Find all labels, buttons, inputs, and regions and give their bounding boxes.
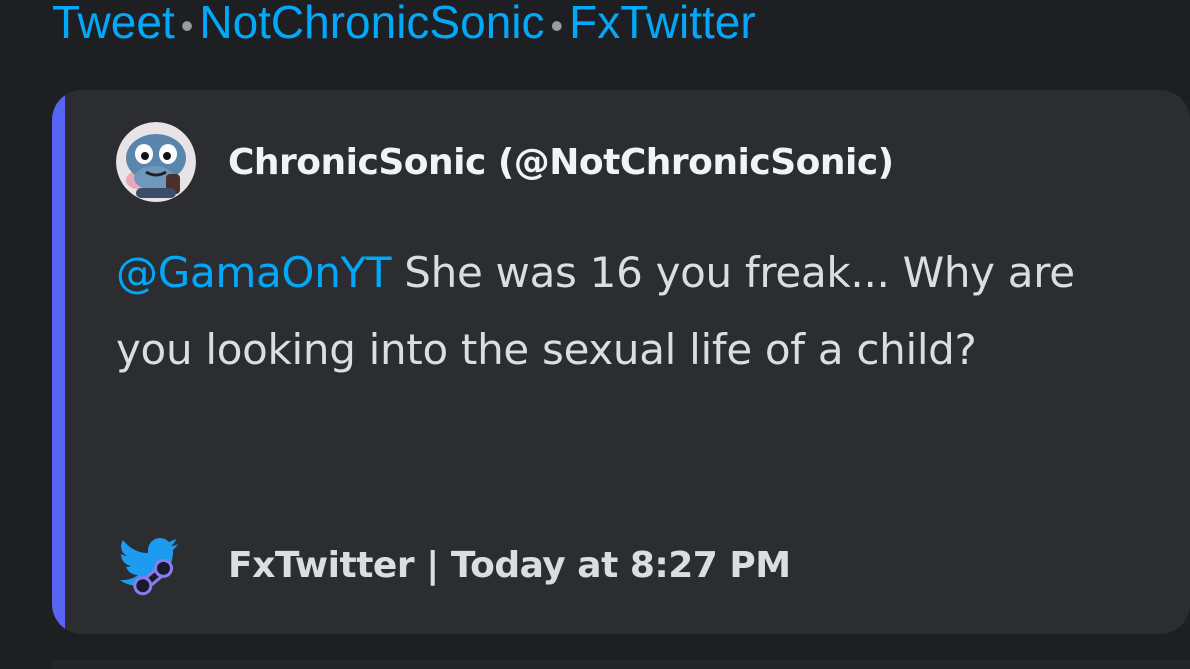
fxtwitter-bird-wrench-icon — [116, 530, 186, 600]
header-separator: • — [550, 5, 564, 46]
author-handle-link[interactable]: NotChronicSonic — [199, 0, 544, 48]
fxtwitter-link[interactable]: FxTwitter — [569, 0, 756, 48]
header-separator: • — [180, 5, 194, 46]
embed-accent-bar — [52, 90, 65, 634]
embed-footer-text: FxTwitter | Today at 8:27 PM — [228, 544, 791, 586]
embed-footer: FxTwitter | Today at 8:27 PM — [116, 530, 791, 600]
embed-author: ChronicSonic (@NotChronicSonic) — [116, 122, 894, 202]
cartoon-hedgehog-avatar-icon — [116, 122, 196, 202]
tweet-embed-card: ChronicSonic (@NotChronicSonic) @GamaOnY… — [52, 90, 1190, 634]
embed-header-links: Tweet • NotChronicSonic • FxTwitter — [52, 0, 756, 50]
tweet-text: @GamaOnYT She was 16 you freak... Why ar… — [116, 234, 1116, 388]
author-name[interactable]: ChronicSonic (@NotChronicSonic) — [228, 142, 894, 183]
author-avatar[interactable] — [116, 122, 196, 202]
next-embed-edge — [52, 660, 1190, 669]
tweet-link[interactable]: Tweet — [52, 0, 175, 48]
mention-link[interactable]: @GamaOnYT — [116, 248, 392, 297]
